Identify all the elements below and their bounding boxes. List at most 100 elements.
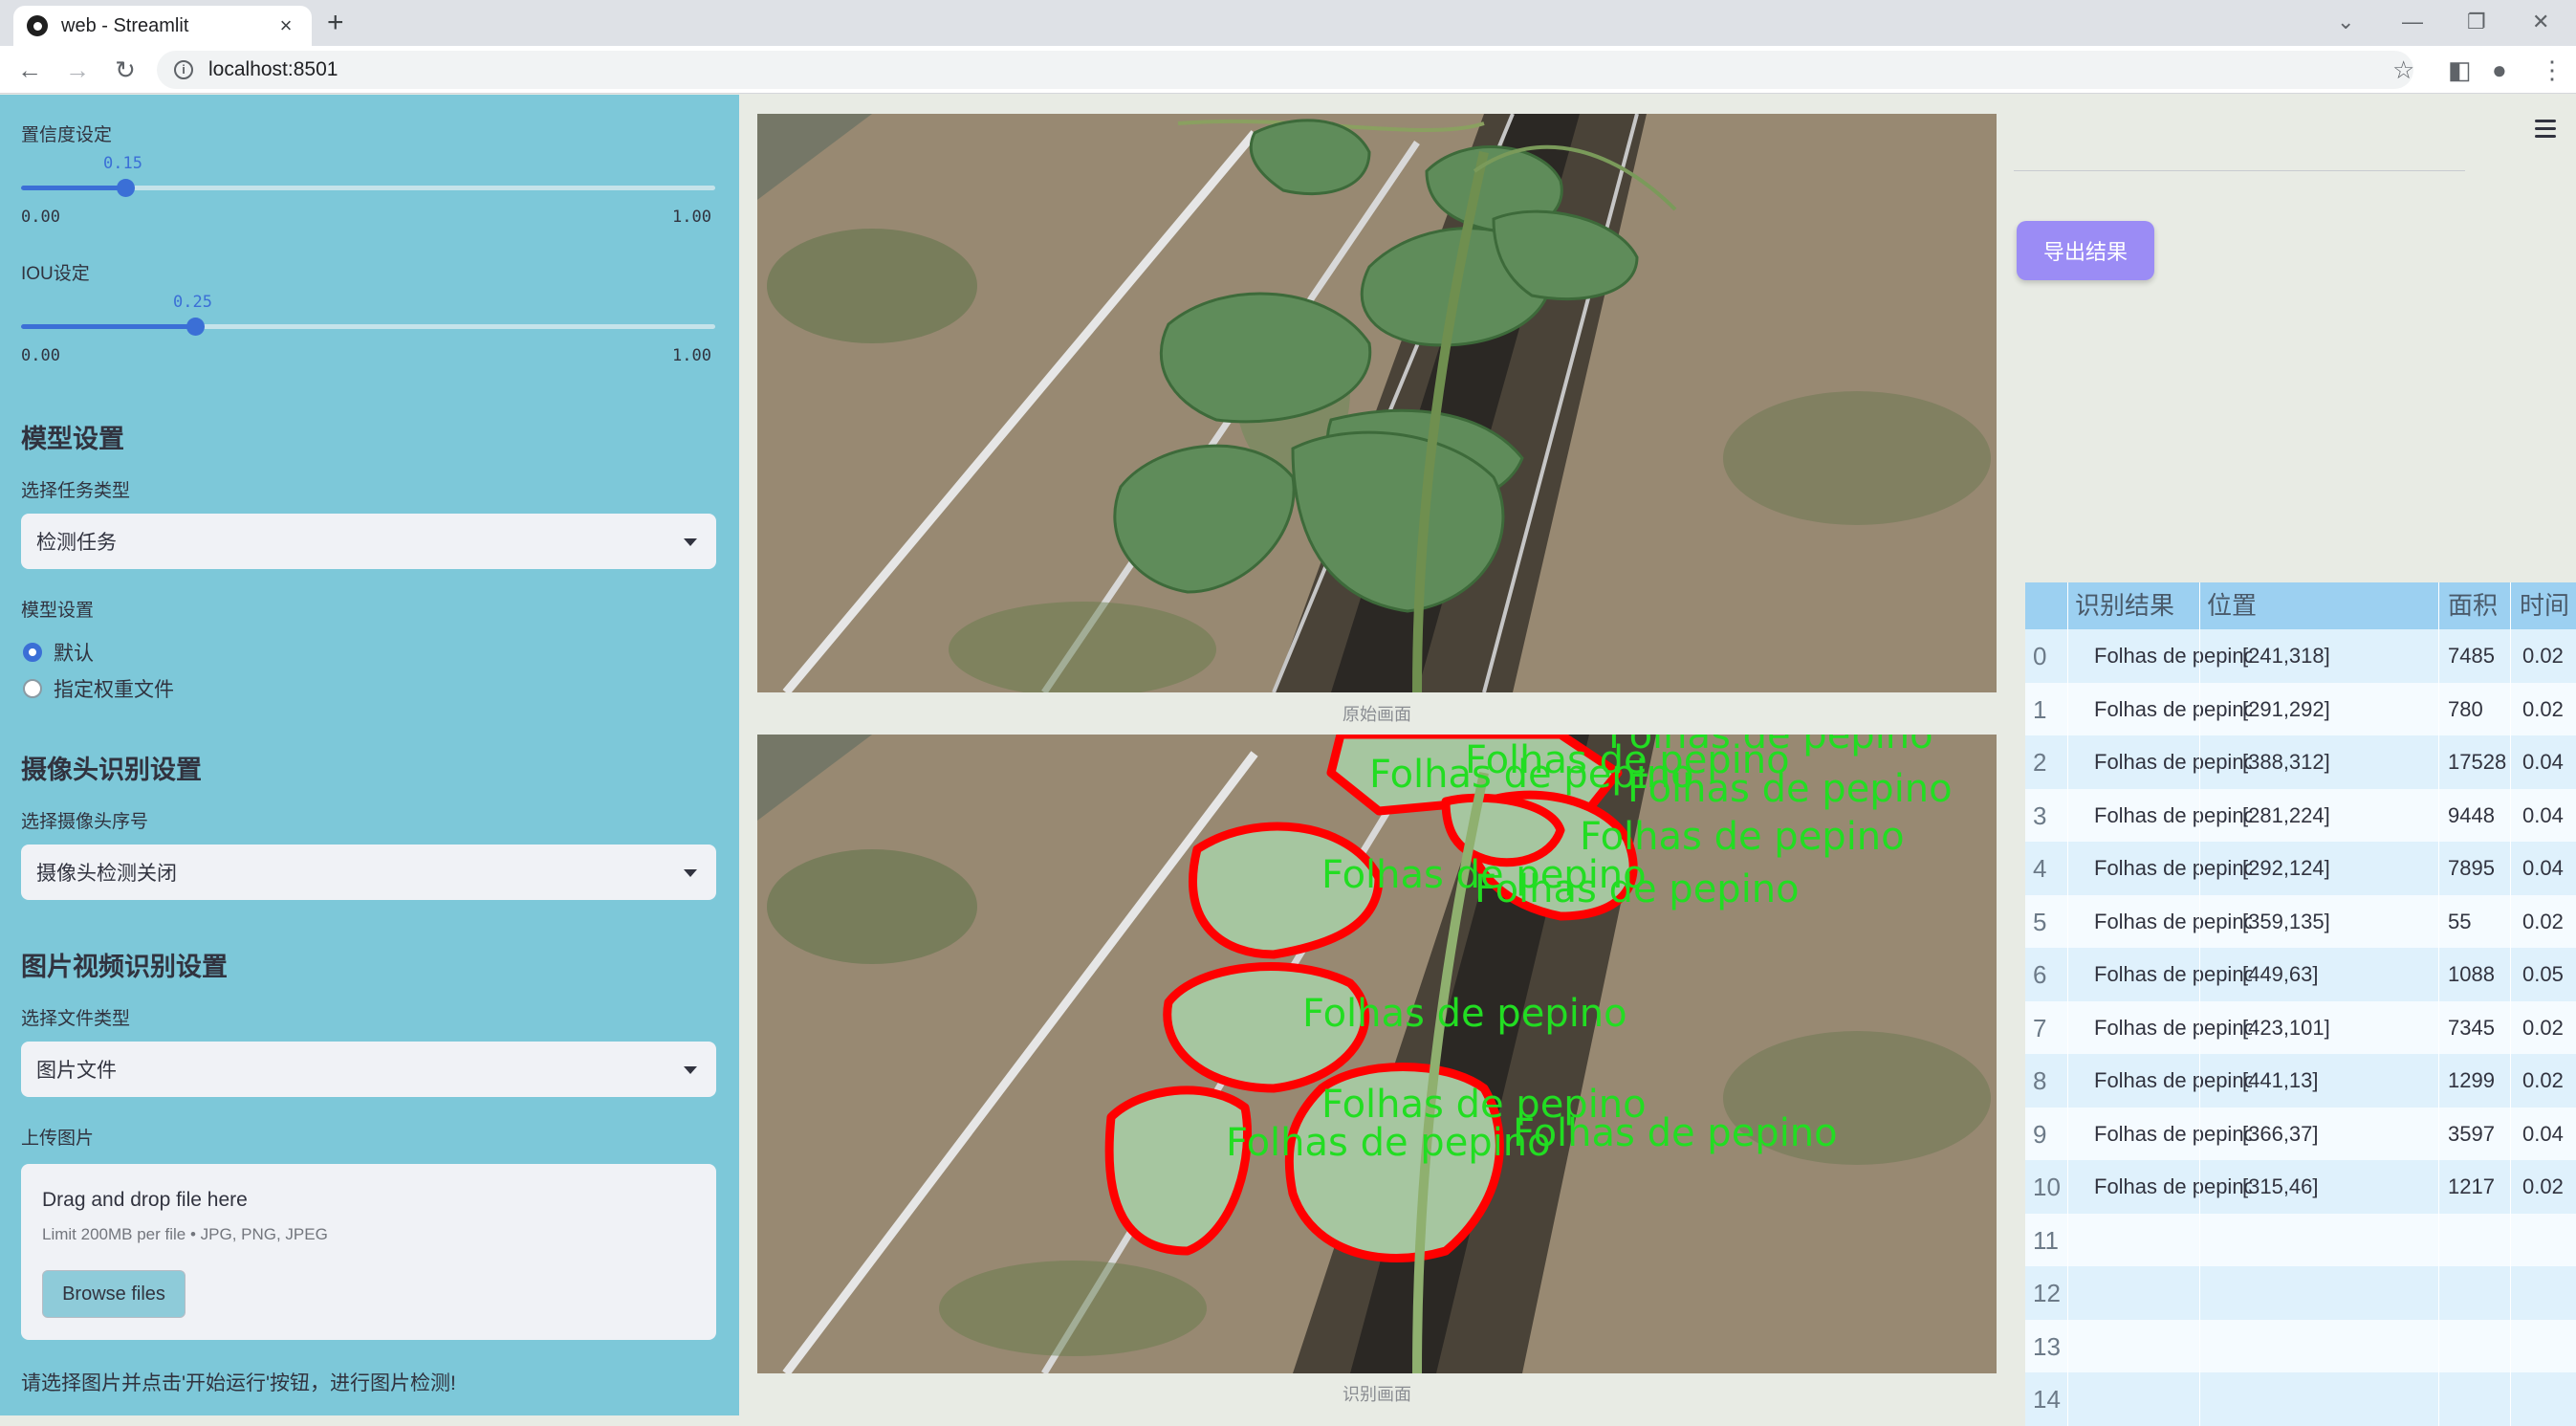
new-tab-icon[interactable]: + <box>327 6 344 40</box>
header-position[interactable]: 位置 <box>2207 582 2257 629</box>
minimize-icon[interactable]: — <box>2402 8 2423 36</box>
url-field[interactable]: i localhost:8501 <box>157 51 2413 89</box>
table-row[interactable]: 5 Folhas de pepino [359,135] 55 0.02 <box>2025 894 2576 949</box>
tab-title: web - Streamlit <box>61 14 189 36</box>
cell-result: Folhas de pepino <box>2094 1121 2252 1146</box>
cell-area <box>2448 1372 2515 1426</box>
column-divider <box>2510 582 2511 1426</box>
file-uploader-dropzone[interactable]: Drag and drop file here Limit 200MB per … <box>21 1164 716 1340</box>
cell-time: 0.02 <box>2522 696 2564 721</box>
close-window-icon[interactable]: ✕ <box>2532 8 2549 36</box>
cell-result: Folhas de pepino <box>2094 856 2252 880</box>
table-row[interactable]: 12 <box>2025 1266 2576 1320</box>
cell-time: 0.04 <box>2522 802 2564 827</box>
cell-time <box>2522 1372 2576 1426</box>
cell-position <box>2242 1214 2434 1267</box>
confidence-slider-handle[interactable] <box>117 179 135 197</box>
forward-arrow-icon[interactable]: → <box>61 54 94 86</box>
table-row[interactable]: 8 Folhas de pepino [441,13] 1299 0.02 <box>2025 1054 2576 1108</box>
header-result[interactable]: 识别结果 <box>2075 582 2174 629</box>
side-panel-icon[interactable]: ◧ <box>2448 55 2472 84</box>
row-index: 10 <box>2033 1173 2061 1201</box>
table-row[interactable]: 14 <box>2025 1372 2576 1426</box>
table-row[interactable]: 3 Folhas de pepino [281,224] 9448 0.04 <box>2025 788 2576 843</box>
confidence-value: 0.15 <box>103 154 142 173</box>
cell-time: 0.05 <box>2522 962 2564 986</box>
original-image <box>757 114 1997 692</box>
detection-label-text: Folhas de pepino <box>1474 867 1800 911</box>
cell-time: 0.02 <box>2522 1174 2564 1198</box>
camera-index-select[interactable]: 摄像头检测关闭 <box>21 845 716 900</box>
cell-area: 9448 <box>2448 802 2495 827</box>
profile-avatar-icon[interactable]: ● <box>2492 55 2507 84</box>
table-row[interactable]: 7 Folhas de pepino [423,101] 7345 0.02 <box>2025 1000 2576 1055</box>
confidence-min: 0.00 <box>21 208 60 227</box>
hamburger-menu-icon[interactable] <box>2535 120 2556 143</box>
table-row[interactable]: 9 Folhas de pepino [366,37] 3597 0.04 <box>2025 1107 2576 1161</box>
detection-label-text: Folhas de pepino <box>1513 1111 1838 1155</box>
table-row[interactable]: 13 <box>2025 1319 2576 1373</box>
upload-label: 上传图片 <box>21 1129 95 1149</box>
cell-position <box>2242 1372 2434 1426</box>
cell-area <box>2448 1266 2515 1320</box>
bookmark-star-icon[interactable]: ☆ <box>2392 55 2414 84</box>
browse-files-button[interactable]: Browse files <box>42 1270 186 1318</box>
table-row[interactable]: 1 Folhas de pepino [291,292] 780 0.02 <box>2025 682 2576 736</box>
cell-result <box>2094 1320 2252 1373</box>
cell-position: [281,224] <box>2242 802 2330 827</box>
more-menu-icon[interactable]: ⋮ <box>2540 55 2565 84</box>
panel-divider <box>2014 170 2465 171</box>
cell-result <box>2094 1214 2252 1267</box>
cell-position <box>2242 1320 2434 1373</box>
reload-icon[interactable]: ↻ <box>109 54 142 86</box>
file-type-select[interactable]: 图片文件 <box>21 1042 716 1097</box>
row-index: 0 <box>2033 642 2047 670</box>
confidence-slider[interactable] <box>21 179 715 197</box>
cell-time: 0.04 <box>2522 750 2564 774</box>
table-row[interactable]: 4 Folhas de pepino [292,124] 7895 0.04 <box>2025 842 2576 895</box>
cell-position: [315,46] <box>2242 1174 2319 1198</box>
cell-area: 1217 <box>2448 1174 2495 1198</box>
camera-index-label: 选择摄像头序号 <box>21 812 149 832</box>
header-time[interactable]: 时间 <box>2520 582 2569 629</box>
close-tab-icon[interactable]: × <box>273 13 298 38</box>
browser-tabbar: web - Streamlit × + ⌄ — ❐ ✕ <box>0 0 2576 46</box>
table-row[interactable]: 10 Folhas de pepino [315,46] 1217 0.02 <box>2025 1160 2576 1214</box>
upload-dropzone-title: Drag and drop file here <box>42 1189 248 1211</box>
task-type-value: 检测任务 <box>36 532 117 554</box>
cell-time: 0.04 <box>2522 1121 2564 1146</box>
task-type-select[interactable]: 检测任务 <box>21 514 716 569</box>
confidence-slider-fill <box>21 186 125 190</box>
table-header: 识别结果 位置 面积 时间 <box>2025 582 2576 629</box>
camera-index-value: 摄像头检测关闭 <box>36 863 177 885</box>
browser-tab[interactable]: web - Streamlit × <box>13 6 312 46</box>
table-row[interactable]: 0 Folhas de pepino [241,318] 7485 0.02 <box>2025 629 2576 683</box>
model-radio-custom-weights[interactable]: 指定权重文件 <box>23 674 174 703</box>
back-arrow-icon[interactable]: ← <box>13 54 46 86</box>
iou-slider-fill <box>21 324 195 329</box>
chevron-down-icon <box>684 1066 697 1074</box>
column-divider <box>2199 582 2200 1426</box>
table-row[interactable]: 6 Folhas de pepino [449,63] 1088 0.05 <box>2025 948 2576 1001</box>
header-area[interactable]: 面积 <box>2448 582 2498 629</box>
table-row[interactable]: 11 <box>2025 1213 2576 1267</box>
cell-result: Folhas de pepino <box>2094 750 2252 774</box>
tab-search-chevron-icon[interactable]: ⌄ <box>2337 8 2354 36</box>
iou-slider-handle[interactable] <box>186 318 205 336</box>
model-setting-label: 模型设置 <box>21 601 95 621</box>
site-info-icon[interactable]: i <box>174 60 193 79</box>
export-results-button[interactable]: 导出结果 <box>2017 221 2154 280</box>
main-content: 原始画面 Folhas de pepino Folhas de pepino F… <box>739 95 2576 1426</box>
cell-time: 0.02 <box>2522 644 2564 668</box>
model-radio-default[interactable]: 默认 <box>23 638 94 667</box>
cell-position: [423,101] <box>2242 1015 2330 1040</box>
file-type-value: 图片文件 <box>36 1060 117 1082</box>
cell-area: 1088 <box>2448 962 2495 986</box>
camera-section-title: 摄像头识别设置 <box>21 756 202 784</box>
iou-slider[interactable] <box>21 318 715 336</box>
cell-position <box>2242 1266 2434 1320</box>
cell-area: 3597 <box>2448 1121 2495 1146</box>
table-row[interactable]: 2 Folhas de pepino [388,312] 17528 0.04 <box>2025 735 2576 789</box>
restore-icon[interactable]: ❐ <box>2467 8 2486 36</box>
radio-unselected-icon <box>23 679 42 698</box>
